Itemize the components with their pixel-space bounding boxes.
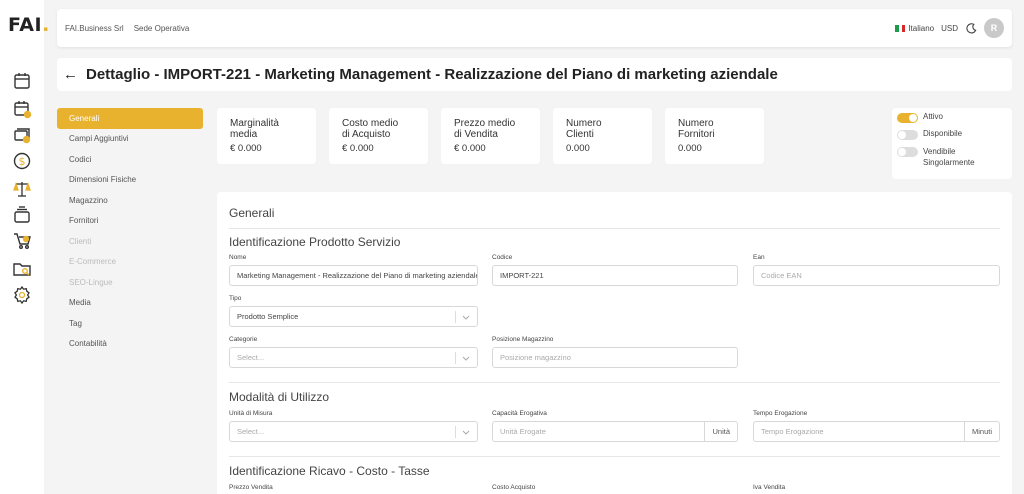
subsection-title: Identificazione Prodotto Servizio [229, 235, 401, 249]
svg-text:$: $ [19, 155, 26, 168]
ean-field: Ean Codice EAN [753, 254, 1000, 286]
capacita-erogativa-field: Capacità Erogativa Unità Erogate Unità [492, 410, 738, 442]
tempo-erogazione-field: Tempo Erogazione Tempo Erogazione Minuti [753, 410, 1000, 442]
avatar[interactable]: R [984, 18, 1004, 38]
stat-cards: Marginalità media € 0.000 Costo medio di… [217, 108, 764, 164]
stat-card-numero-fornitori: Numero Fornitori 0.000 [665, 108, 764, 164]
nav-item-dimensioni-fisiche[interactable]: Dimensioni Fisiche [57, 170, 203, 191]
folder-search-icon[interactable] [11, 258, 33, 280]
posizione-magazzino-input[interactable]: Posizione magazzino [492, 347, 738, 368]
nome-input[interactable]: Marketing Management - Realizzazione del… [229, 265, 478, 286]
codice-input[interactable]: IMPORT-221 [492, 265, 738, 286]
app-rail: FAI. $ [0, 0, 49, 494]
calendar-add-icon[interactable] [11, 98, 33, 120]
company-name[interactable]: FAI.Business Srl [65, 24, 124, 33]
section-nav: Generali Campi Aggiuntivi Codici Dimensi… [57, 108, 203, 354]
back-arrow-icon[interactable]: ← [63, 66, 78, 83]
toggle-vendibile[interactable]: Vendibile Singolarmente [897, 146, 1012, 168]
capacita-erogativa-input[interactable]: Unità Erogate [492, 421, 706, 442]
nav-item-magazzino[interactable]: Magazzino [57, 190, 203, 211]
vendibile-switch[interactable] [897, 147, 918, 157]
page-header: ← Dettaglio - IMPORT-221 - Marketing Man… [57, 58, 1012, 91]
divider [229, 382, 1000, 383]
page-title: Dettaglio - IMPORT-221 - Marketing Manag… [86, 66, 778, 83]
nav-item-e-commerce: E-Commerce [69, 257, 117, 267]
status-toggles: Attivo Disponibile Vendibile Singolarment… [892, 108, 1012, 179]
minuti-addon: Minuti [964, 421, 1000, 442]
nome-field: Nome Marketing Management - Realizzazion… [229, 254, 478, 286]
nav-item-fornitori[interactable]: Fornitori [57, 211, 203, 232]
nav-item-generali[interactable]: Generali [57, 108, 203, 129]
cash-stack-icon[interactable] [11, 124, 33, 146]
unita-addon: Unità [705, 421, 738, 442]
stat-card-numero-clienti: Numero Clienti 0.000 [553, 108, 652, 164]
unita-misura-select[interactable]: Select... [229, 421, 478, 442]
codice-field: Codice IMPORT-221 [492, 254, 738, 286]
subsection-title: Identificazione Ricavo - Costo - Tasse [229, 464, 430, 478]
stat-card-prezzo-vendita: Prezzo medio di Vendita € 0.000 [441, 108, 540, 164]
categorie-field: Categorie Select... [229, 336, 478, 368]
moon-icon[interactable] [965, 22, 977, 34]
disponibile-switch[interactable] [897, 130, 918, 140]
calendar-icon[interactable] [11, 70, 33, 92]
stat-value: € 0.000 [342, 143, 374, 154]
unita-misura-field: Unità di Misura Select... [229, 410, 478, 442]
toggle-attivo[interactable]: Attivo [897, 112, 1012, 123]
costo-acquisto-field: Costo Acquisto [492, 484, 536, 491]
tempo-erogazione-input[interactable]: Tempo Erogazione [753, 421, 965, 442]
nav-item-contabilita[interactable]: Contabilità [57, 334, 203, 355]
nav-item-tag[interactable]: Tag [57, 313, 203, 334]
ean-input[interactable]: Codice EAN [753, 265, 1000, 286]
iva-vendita-field: Iva Vendita [753, 484, 786, 491]
divider [229, 228, 1000, 229]
posizione-magazzino-field: Posizione Magazzino Posizione magazzino [492, 336, 738, 368]
nav-item-media[interactable]: Media [57, 293, 203, 314]
nav-item-codici[interactable]: Codici [57, 149, 203, 170]
stat-value: 0.000 [678, 143, 702, 154]
chevron-down-icon [462, 356, 470, 361]
general-panel: Generali Identificazione Prodotto Serviz… [217, 192, 1012, 494]
divider [229, 456, 1000, 457]
section-title: Generali [229, 206, 275, 220]
tipo-field: Tipo Prodotto Semplice [229, 295, 478, 327]
chevron-down-icon [462, 315, 470, 320]
dollar-coin-icon[interactable]: $ [11, 150, 33, 172]
toggle-disponibile[interactable]: Disponibile [897, 129, 1012, 140]
stat-value: € 0.000 [230, 143, 262, 154]
site-name[interactable]: Sede Operativa [134, 24, 190, 33]
categorie-select[interactable]: Select... [229, 347, 478, 368]
chevron-down-icon [462, 430, 470, 435]
app-logo[interactable]: FAI. [8, 14, 50, 36]
layers-icon[interactable] [11, 204, 33, 226]
nav-item-campi-aggiuntivi[interactable]: Campi Aggiuntivi [57, 129, 203, 150]
language-selector[interactable]: Italiano [895, 24, 934, 33]
stat-card-marginalita: Marginalità media € 0.000 [217, 108, 316, 164]
stat-value: € 0.000 [454, 143, 486, 154]
tipo-select[interactable]: Prodotto Semplice [229, 306, 478, 327]
stat-card-costo-acquisto: Costo medio di Acquisto € 0.000 [329, 108, 428, 164]
cart-icon[interactable] [11, 230, 33, 252]
nav-item-clienti: Clienti [69, 236, 92, 246]
attivo-switch[interactable] [897, 113, 918, 123]
scale-icon[interactable] [11, 178, 33, 200]
italy-flag-icon [895, 24, 906, 32]
prezzo-vendita-field: Prezzo Vendita [229, 484, 273, 491]
subsection-title: Modalità di Utilizzo [229, 390, 330, 404]
top-bar: FAI.Business Srl Sede Operativa Italiano… [57, 9, 1012, 47]
nav-item-seo-lingue: SEO-Lingue [69, 277, 113, 287]
stat-value: 0.000 [566, 143, 590, 154]
currency-selector[interactable]: USD [941, 24, 958, 33]
gear-icon[interactable] [11, 284, 33, 306]
